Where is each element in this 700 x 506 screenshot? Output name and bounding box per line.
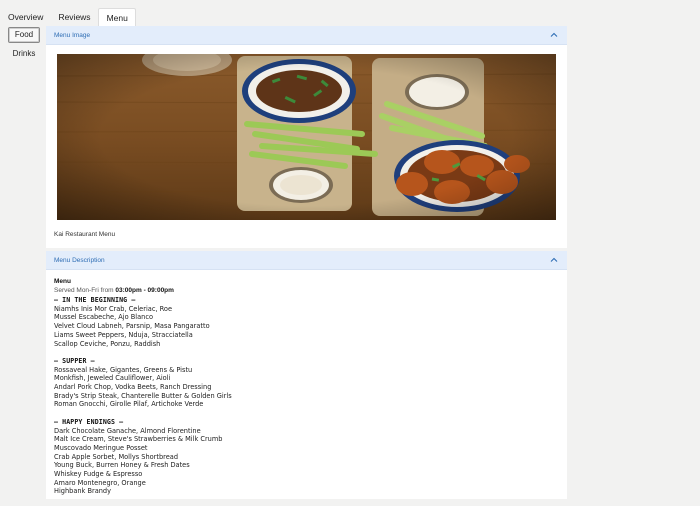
menu-item: Muscovado Meringue Posset xyxy=(54,443,148,452)
menu-item: Niamhs Inis Mor Crab, Celeriac, Roe xyxy=(54,304,173,313)
menu-image-title: Menu Image xyxy=(54,31,91,39)
menu-description-header[interactable]: Menu Description xyxy=(46,251,567,270)
menu-image-header[interactable]: Menu Image xyxy=(46,26,567,45)
menu-item: Dark Chocolate Ganache, Almond Florentin… xyxy=(54,426,201,435)
menu-item: Roman Gnocchi, Girolle Pilaf, Artichoke … xyxy=(54,400,204,409)
served-hours: 03:00pm - 09:00pm xyxy=(115,287,174,294)
menu-description-title: Menu Description xyxy=(54,256,105,264)
menu-item: Monkfish, Jeweled Cauliflower, Aioli xyxy=(54,374,171,383)
menu-photo xyxy=(57,54,556,220)
menu-image-caption: Kai Restaurant Menu xyxy=(54,231,116,238)
food-photo-icon xyxy=(57,54,556,220)
menu-item: Young Buck, Burren Honey & Fresh Dates xyxy=(54,461,190,470)
menu-item: Highbank Brandy xyxy=(54,487,112,496)
menu-heading: Menu xyxy=(54,278,71,285)
menu-item: Liams Sweet Peppers, Nduja, Stracciatell… xyxy=(54,330,193,339)
menu-item: Rossaveal Hake, Gigantes, Greens & Pistu xyxy=(54,365,193,374)
menu-item: Scallop Ceviche, Ponzu, Raddish xyxy=(54,339,161,348)
menu-item: Velvet Cloud Labneh, Parsnip, Masa Panga… xyxy=(54,322,210,331)
menu-image-panel: Menu Image Kai Restaurant Menu xyxy=(46,26,567,248)
served-prefix: Served Mon-Fri from xyxy=(54,287,116,294)
section-title: — HAPPY ENDINGS — xyxy=(54,417,124,426)
chevron-up-icon[interactable] xyxy=(549,30,559,40)
chevron-up-icon[interactable] xyxy=(549,255,559,265)
menu-item: Andarl Pork Chop, Vodka Beets, Ranch Dre… xyxy=(54,383,212,392)
served-hours-line: Served Mon-Fri from 03:00pm - 09:00pm xyxy=(54,286,559,295)
menu-item: Whiskey Fudge & Espresso xyxy=(54,470,143,479)
menu-description-body: Menu Served Mon-Fri from 03:00pm - 09:00… xyxy=(46,270,567,496)
menu-category-list: Food Drinks xyxy=(8,27,42,67)
food-button[interactable]: Food xyxy=(8,27,40,43)
menu-item: Brady's Strip Steak, Chanterelle Butter … xyxy=(54,391,232,400)
tab-overview[interactable]: Overview xyxy=(0,8,50,26)
drinks-button[interactable]: Drinks xyxy=(8,47,40,63)
menu-description-panel: Menu Description Menu Served Mon-Fri fro… xyxy=(46,251,567,499)
menu-item: Mussel Escabeche, Ajo Blanco xyxy=(54,313,153,322)
section-title: — SUPPER — xyxy=(54,356,95,365)
section-title: — IN THE BEGINNING — xyxy=(54,296,136,304)
tab-menu[interactable]: Menu xyxy=(97,8,136,26)
menu-item: Amaro Montenegro, Orange xyxy=(54,478,146,487)
tab-bar: Overview Reviews Menu xyxy=(0,8,136,26)
tab-reviews[interactable]: Reviews xyxy=(50,8,97,26)
menu-item: Crab Apple Sorbet, Mollys Shortbread xyxy=(54,452,179,461)
menu-item: Malt Ice Cream, Steve's Strawberries & M… xyxy=(54,435,223,444)
